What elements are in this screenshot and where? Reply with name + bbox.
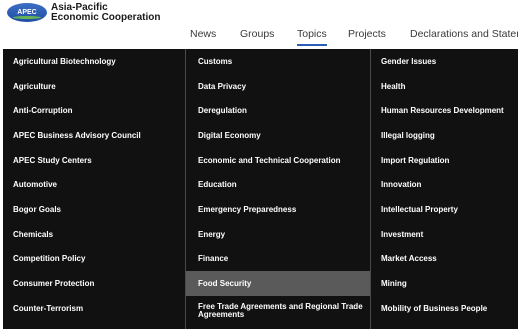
topic-item[interactable]: Anti-Corruption	[3, 98, 183, 123]
topic-item[interactable]: Competition Policy	[3, 247, 183, 272]
nav-groups[interactable]: Groups	[240, 28, 274, 46]
topic-item[interactable]: Emergency Preparedness	[186, 197, 370, 222]
topic-item[interactable]: Mining	[371, 271, 518, 296]
topic-item[interactable]: Economic and Technical Cooperation	[186, 148, 370, 173]
topic-item-highlighted[interactable]: Food Security	[186, 271, 370, 296]
site-header: APEC Asia-Pacific Economic Cooperation N…	[0, 0, 518, 46]
logo-badge-text: APEC	[17, 9, 37, 16]
topics-column-2: Customs Data Privacy Deregulation Digita…	[185, 49, 371, 329]
topic-item[interactable]: Deregulation	[186, 98, 370, 123]
topic-item[interactable]: Bogor Goals	[3, 197, 183, 222]
topic-item[interactable]: Data Privacy	[186, 74, 370, 99]
topic-item[interactable]: Finance	[186, 247, 370, 272]
topic-item[interactable]: Gender Issues	[371, 49, 518, 74]
topic-item[interactable]: Investment	[371, 222, 518, 247]
topic-item[interactable]: Illegal logging	[371, 123, 518, 148]
topic-item[interactable]: Automotive	[3, 172, 183, 197]
topic-item[interactable]: Education	[186, 172, 370, 197]
topic-item[interactable]: Intellectual Property	[371, 197, 518, 222]
topic-item[interactable]: Human Resources Development	[371, 98, 518, 123]
logo-line2: Economic Cooperation	[51, 12, 161, 23]
topic-item[interactable]: Consumer Protection	[3, 271, 183, 296]
nav-projects[interactable]: Projects	[348, 28, 386, 46]
topic-item[interactable]: Chemicals	[3, 222, 183, 247]
topic-item[interactable]: Import Regulation	[371, 148, 518, 173]
nav-news[interactable]: News	[190, 28, 216, 46]
nav-topics[interactable]: Topics	[297, 28, 327, 46]
topic-item[interactable]: Counter-Terrorism	[3, 296, 183, 321]
topic-item[interactable]: Agriculture	[3, 74, 183, 99]
nav-declarations[interactable]: Declarations and Statem	[410, 28, 518, 46]
topics-dropdown: Agricultural Biotechnology Agriculture A…	[3, 49, 518, 329]
topic-item[interactable]: Customs	[186, 49, 370, 74]
logo-text: Asia-Pacific Economic Cooperation	[51, 3, 160, 23]
topic-item[interactable]: Digital Economy	[186, 123, 370, 148]
topic-item[interactable]: APEC Study Centers	[3, 148, 183, 173]
topic-item[interactable]: Free Trade Agreements and Regional Trade…	[186, 296, 370, 321]
topic-item[interactable]: Health	[371, 74, 518, 99]
topic-item[interactable]: Agricultural Biotechnology	[3, 49, 183, 74]
topic-item[interactable]: Market Access	[371, 247, 518, 272]
main-nav: News Groups Topics Projects Declarations…	[0, 28, 518, 46]
apec-logo-icon: APEC	[7, 3, 47, 22]
topic-item[interactable]: Energy	[186, 222, 370, 247]
apec-logo[interactable]: APEC Asia-Pacific Economic Cooperation	[7, 3, 160, 23]
topic-item[interactable]: APEC Business Advisory Council	[3, 123, 183, 148]
topic-item[interactable]: Mobility of Business People	[371, 296, 518, 321]
topics-column-1: Agricultural Biotechnology Agriculture A…	[3, 49, 183, 329]
topic-item[interactable]: Innovation	[371, 172, 518, 197]
topics-column-3: Gender Issues Health Human Resources Dev…	[371, 49, 518, 329]
